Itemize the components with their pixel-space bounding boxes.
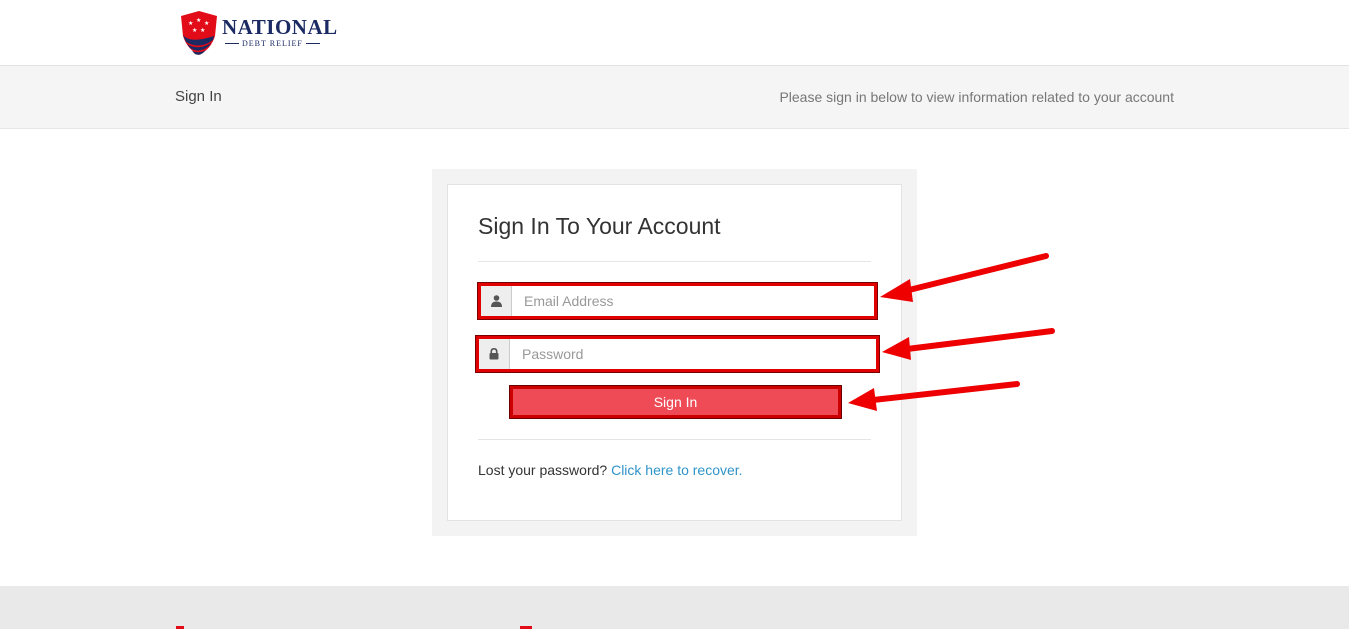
svg-text:★: ★: [200, 27, 205, 34]
password-field-group: [476, 336, 879, 372]
logo-tagline-text: DEBT RELIEF: [242, 39, 303, 48]
login-card: Sign In To Your Account Sign In Lost you…: [447, 184, 902, 521]
divider: [478, 261, 871, 262]
brand-logo[interactable]: ★ ★ ★ ★ ★ NATIONAL DEBT RELIEF: [178, 10, 338, 60]
user-icon: [481, 286, 512, 316]
password-recovery: Lost your password? Click here to recove…: [478, 462, 743, 478]
svg-text:★: ★: [188, 20, 193, 27]
page-subheader: Sign In Please sign in below to view inf…: [0, 66, 1349, 129]
logo-tagline: DEBT RELIEF: [222, 39, 323, 48]
page-title: Sign In: [175, 88, 222, 105]
shield-logo-icon: ★ ★ ★ ★ ★: [181, 11, 217, 55]
login-heading: Sign In To Your Account: [478, 213, 721, 239]
sign-in-button[interactable]: Sign In: [510, 386, 841, 418]
recover-password-link[interactable]: Click here to recover.: [611, 462, 743, 478]
page-description: Please sign in below to view information…: [779, 89, 1174, 105]
divider: [478, 439, 871, 440]
recover-prompt: Lost your password?: [478, 462, 608, 478]
email-field-group: [478, 283, 877, 319]
lock-icon: [479, 339, 510, 369]
site-footer: [0, 586, 1349, 629]
password-input[interactable]: [510, 339, 876, 369]
svg-text:★: ★: [204, 20, 209, 27]
svg-text:★: ★: [196, 17, 201, 24]
site-header: ★ ★ ★ ★ ★ NATIONAL DEBT RELIEF: [0, 0, 1349, 66]
email-input[interactable]: [512, 286, 874, 316]
svg-text:★: ★: [192, 27, 197, 34]
logo-wordmark: NATIONAL: [222, 15, 338, 39]
